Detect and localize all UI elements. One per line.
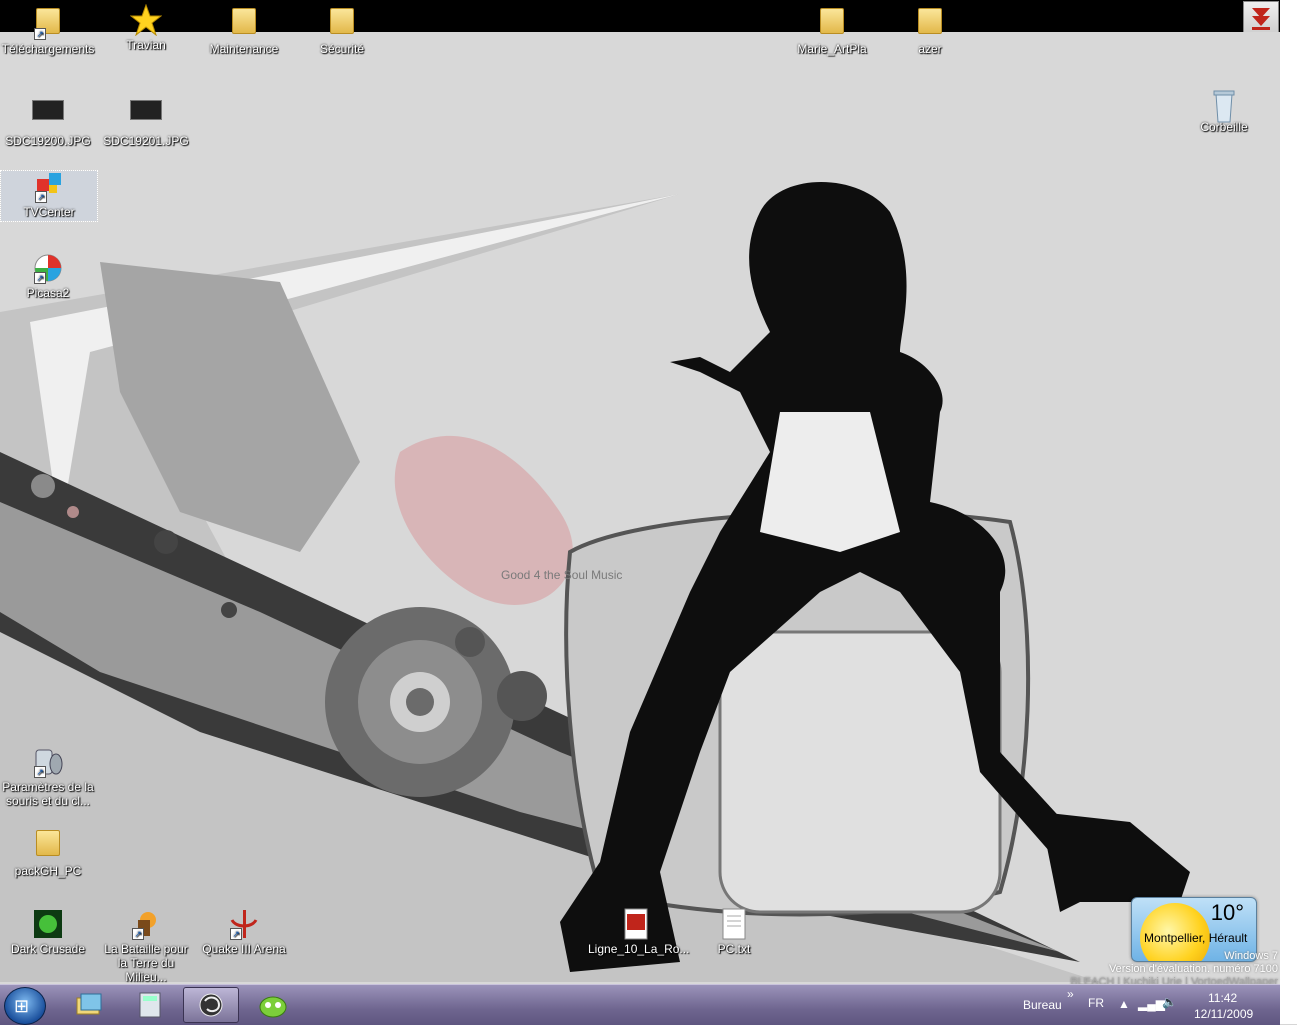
shortcut-arrow-icon: ↗ <box>34 766 46 778</box>
icon-label: packGH_PC <box>14 864 82 878</box>
image-file-icon <box>130 100 162 120</box>
folder-icon <box>36 830 60 856</box>
chat-app-icon <box>259 996 287 1018</box>
show-hidden-icons-icon[interactable]: ▲ <box>1118 997 1130 1011</box>
dark-crusade-icon <box>34 910 62 938</box>
desktop-wallpaper: Good 4 the Soul Music <box>0 32 1280 984</box>
shortcut-arrow-icon: ↗ <box>35 191 47 203</box>
icon-label: La Bataille pour la Terre du Milieu... <box>104 942 188 984</box>
shortcut-arrow-icon: ↗ <box>230 928 242 940</box>
icon-label: Quake III Arena <box>202 942 286 956</box>
desktop-icon-telechargements[interactable]: ↗ Téléchargements <box>0 4 96 56</box>
star-icon <box>129 3 163 37</box>
desktop-icon-marie-artpla[interactable]: Marie_ArtPla <box>784 4 880 56</box>
toolbar-bureau[interactable]: Bureau <box>1023 998 1062 1012</box>
text-file-icon <box>722 908 746 940</box>
shortcut-arrow-icon: ↗ <box>34 272 46 284</box>
language-indicator[interactable]: FR <box>1088 996 1104 1010</box>
wallpaper-text: Good 4 the Soul Music <box>501 568 622 582</box>
folder-icon <box>232 8 256 34</box>
icon-label: SDC19201.JPG <box>103 134 189 148</box>
desktop-icon-dark-crusade[interactable]: Dark Crusade <box>0 908 96 956</box>
icon-label: Maintenance <box>209 42 279 56</box>
desktop-icon-packgh-pc[interactable]: packGH_PC <box>0 826 96 878</box>
double-chevron-down-icon <box>1252 8 1270 30</box>
firefox-icon <box>199 993 223 1017</box>
desktop-icon-securite[interactable]: Sécurité <box>294 4 390 56</box>
desktop-icon-sdc19201[interactable]: SDC19201.JPG <box>98 94 194 148</box>
icon-label: Dark Crusade <box>10 942 86 956</box>
icon-label: SDC19200.JPG <box>5 134 91 148</box>
shortcut-arrow-icon: ↗ <box>34 28 46 40</box>
screen-edge <box>1280 0 1297 1024</box>
system-tray: Bureau » FR ▲ ▂▄▆ 🔈 11:42 12/11/2009 <box>1010 985 1280 1025</box>
taskbar-calculator-button[interactable] <box>122 987 178 1023</box>
desktop-icon-azer[interactable]: azer <box>882 4 978 56</box>
icon-label: Picasa2 <box>26 286 70 300</box>
weather-city: Montpellier, Hérault <box>1144 931 1248 945</box>
desktop-icon-tvcenter[interactable]: ↗ TVCenter <box>0 170 98 222</box>
volume-icon[interactable]: 🔈 <box>1162 995 1177 1009</box>
pdf-file-icon <box>624 908 648 940</box>
desktop-icon-pc-txt[interactable]: PC.txt <box>686 908 782 956</box>
windows-logo-icon: ⊞ <box>14 996 30 1016</box>
collapse-down-button[interactable] <box>1243 1 1279 35</box>
icon-label: Sécurité <box>319 42 365 56</box>
icon-label: Paramètres de la souris et du cl... <box>2 780 94 808</box>
icon-label: TVCenter <box>23 205 75 219</box>
clock-date[interactable]: 12/11/2009 <box>1194 1007 1253 1021</box>
icon-label: Ligne_10_La_Ro... <box>588 942 690 956</box>
desktop-icon-maintenance[interactable]: Maintenance <box>196 4 292 56</box>
icon-label: PC.txt <box>717 942 751 956</box>
icon-label: Travian <box>126 38 166 52</box>
desktop-icon-travian[interactable]: Travian <box>98 3 194 52</box>
desktop-icon-ligne-10-pdf[interactable]: Ligne_10_La_Ro... <box>588 908 690 956</box>
recycle-bin-icon <box>1213 90 1235 123</box>
shortcut-arrow-icon: ↗ <box>132 928 144 940</box>
watermark-line: Windows 7 <box>1224 950 1278 962</box>
image-file-icon <box>32 100 64 120</box>
folder-icon <box>918 8 942 34</box>
toolbar-chevron-icon[interactable]: » <box>1067 987 1074 1001</box>
clock-time[interactable]: 11:42 <box>1208 991 1237 1005</box>
desktop-icon-bataille-terre-milieu[interactable]: ↗ La Bataille pour la Terre du Milieu... <box>98 908 194 984</box>
network-icon[interactable]: ▂▄▆ <box>1138 997 1165 1011</box>
calculator-icon <box>139 992 161 1018</box>
start-button[interactable]: ⊞ <box>4 987 46 1025</box>
taskbar-chat-app-button[interactable] <box>245 987 301 1023</box>
desktop-icon-sdc19200[interactable]: SDC19200.JPG <box>0 94 96 148</box>
desktop-icon-picasa2[interactable]: ↗ Picasa2 <box>0 252 96 300</box>
taskbar-explorer-button[interactable] <box>62 987 118 1023</box>
folder-icon <box>820 8 844 34</box>
taskbar: ⊞ Bureau » FR ▲ ▂▄▆ 🔈 11:42 12/11/2009 <box>0 984 1280 1025</box>
desktop-icon-mouse-settings[interactable]: ↗ Paramètres de la souris et du cl... <box>0 746 96 808</box>
folder-icon <box>330 8 354 34</box>
icon-label: Téléchargements <box>1 42 95 56</box>
desktop-icon-quake-3-arena[interactable]: ↗ Quake III Arena <box>196 908 292 956</box>
watermark-line: Version d'évaluation. numéro 7100 <box>1108 963 1278 975</box>
weather-temperature: 10° <box>1210 900 1244 925</box>
icon-label: azer <box>918 42 942 56</box>
windows-explorer-icon <box>76 993 102 1015</box>
desktop-icon-corbeille[interactable]: Corbeille <box>1176 86 1272 134</box>
taskbar-firefox-button[interactable] <box>183 987 239 1023</box>
icon-label: Marie_ArtPla <box>797 42 867 56</box>
